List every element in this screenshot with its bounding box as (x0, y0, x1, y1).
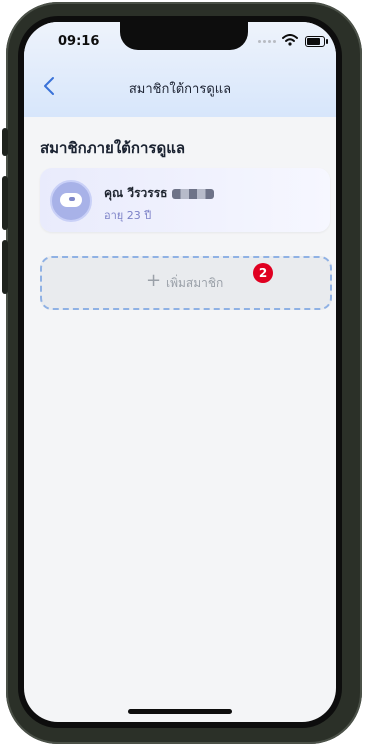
member-name: คุณ วีรวรรธ (104, 184, 214, 203)
page-title: สมาชิกใต้การดูแล (128, 82, 232, 97)
wifi-icon (282, 34, 298, 46)
status-bar: 09:16 (24, 22, 336, 66)
volume-down-button (2, 240, 8, 294)
volume-up-button (2, 176, 8, 230)
notch (120, 22, 248, 50)
signal-icon (258, 40, 276, 43)
navigation-bar: สมาชิกใต้การดูแล (24, 72, 336, 102)
battery-icon (305, 36, 328, 47)
section-title: สมาชิกภายใต้การดูแล (40, 139, 186, 157)
member-avatar (50, 180, 92, 222)
step-badge: 2 (253, 263, 273, 283)
home-indicator (128, 709, 232, 714)
add-member-label: เพิ่มสมาชิก (166, 276, 224, 290)
member-card[interactable]: คุณ วีรวรรธ อายุ 23 ปี (40, 168, 330, 232)
member-age: อายุ 23 ปี (104, 209, 152, 222)
app-screen: 09:16 สมาชิกใต้การดูแล สมาชิกภายใต้การดู… (24, 22, 336, 722)
mute-switch (2, 128, 8, 156)
redacted-surname (171, 188, 214, 199)
plus-icon: + (146, 270, 162, 291)
add-member-button[interactable]: + เพิ่มสมาชิก (40, 256, 332, 310)
status-time: 09:16 (58, 34, 100, 49)
